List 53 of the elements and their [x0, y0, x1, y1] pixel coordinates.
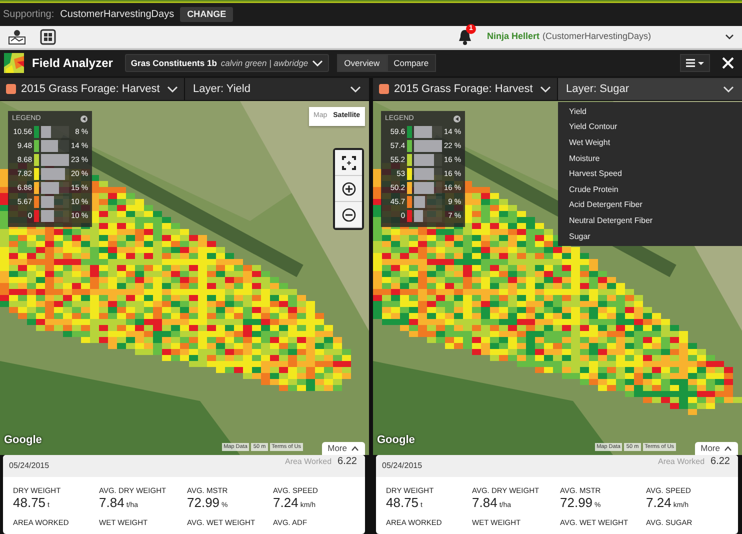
- chevron-down-icon[interactable]: [725, 34, 734, 40]
- zoom-in-icon[interactable]: [342, 182, 356, 196]
- chevron-down-icon: [350, 86, 361, 92]
- layer-menu-item[interactable]: Neutral Detergent Fiber: [558, 213, 742, 229]
- layer-dropdown[interactable]: Layer: Sugar: [558, 78, 742, 100]
- close-icon[interactable]: [722, 57, 734, 69]
- map-logo: Google: [377, 432, 415, 448]
- summary-date: 05/24/2015: [9, 460, 50, 472]
- map-person-icon[interactable]: [8, 29, 26, 45]
- area-worked-label: Area Worked: [658, 456, 705, 468]
- collapse-icon[interactable]: [80, 115, 88, 124]
- field-color-swatch: [6, 84, 16, 94]
- chevron-down-icon: [723, 86, 734, 92]
- view-tab[interactable]: Compare: [386, 54, 436, 72]
- more-button[interactable]: More: [322, 442, 365, 455]
- chevron-down-icon: [167, 86, 178, 92]
- field-color-swatch: [379, 84, 389, 94]
- grid-icon[interactable]: [40, 29, 56, 45]
- chevron-down-icon: [540, 86, 551, 92]
- change-button[interactable]: CHANGE: [180, 7, 234, 22]
- layer-menu-item[interactable]: Crude Protein: [558, 182, 742, 198]
- notification-bell-icon[interactable]: [456, 28, 473, 46]
- chevron-down-icon: [312, 60, 324, 66]
- menu-icon: [685, 58, 705, 68]
- layer-menu-item[interactable]: Harvest Speed: [558, 166, 742, 182]
- area-worked-value: 6.22: [710, 455, 730, 469]
- layer-menu-item[interactable]: Acid Detergent Fiber: [558, 198, 742, 214]
- summary-date: 05/24/2015: [382, 460, 422, 472]
- layer-dropdown[interactable]: Layer: Yield: [185, 78, 369, 100]
- field-analyzer-logo-icon: [4, 53, 24, 73]
- supporting-value: CustomerHarvestingDays: [60, 8, 174, 22]
- map-logo: Google: [4, 432, 42, 448]
- app-title: Field Analyzer: [32, 55, 113, 72]
- supporting-label: Supporting:: [3, 8, 54, 22]
- area-worked-label: Area Worked: [284, 456, 332, 468]
- zoom-out-icon[interactable]: [342, 208, 356, 222]
- chevron-up-icon: [724, 446, 732, 451]
- chevron-up-icon: [351, 446, 359, 451]
- menu-button[interactable]: [680, 54, 710, 72]
- user-context: (CustomerHarvestingDays): [542, 30, 651, 44]
- layer-menu-item[interactable]: Wet Weight: [558, 135, 742, 151]
- collapse-icon[interactable]: [453, 115, 461, 124]
- layer-menu-item[interactable]: Yield: [558, 104, 742, 120]
- layer-menu-item[interactable]: Yield Contour: [558, 120, 742, 136]
- dataset-dropdown[interactable]: Gras Constituents 1b calvin green | awbridge: [124, 54, 330, 72]
- more-button[interactable]: More: [694, 442, 738, 455]
- layer-menu-item[interactable]: Sugar: [558, 228, 742, 244]
- user-name[interactable]: Ninja Hellert: [486, 30, 540, 44]
- view-tab[interactable]: Overview: [337, 54, 387, 72]
- area-worked-value: 6.22: [338, 455, 357, 469]
- layer-menu-item[interactable]: Moisture: [558, 150, 742, 166]
- field-dropdown[interactable]: 2015 Grass Forage: Harvest: [0, 78, 185, 100]
- fit-bounds-icon[interactable]: [342, 156, 356, 170]
